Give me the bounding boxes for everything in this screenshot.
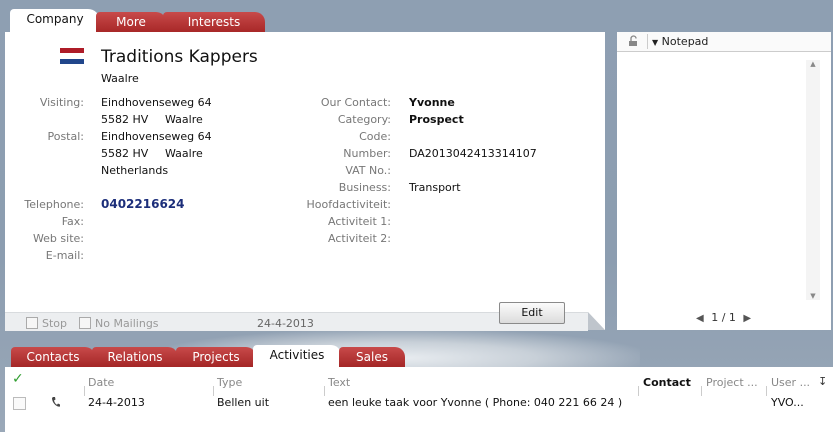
col-header-contact[interactable]: Contact	[643, 376, 691, 389]
our-contact-label: Our Contact:	[320, 96, 391, 109]
row-type: Bellen uit	[217, 396, 270, 409]
postal-zip: 5582 HV	[101, 147, 149, 160]
no-mailings-checkbox[interactable]	[79, 317, 91, 329]
company-city: Waalre	[101, 72, 139, 85]
postal-city: Waalre	[165, 147, 203, 160]
row-text: een leuke taak voor Yvonne ( Phone: 040 …	[328, 396, 623, 409]
page-curl-icon	[588, 312, 605, 330]
postal-country: Netherlands	[101, 164, 169, 177]
next-page-icon[interactable]: ▶	[743, 313, 751, 324]
stop-checkbox[interactable]	[26, 317, 38, 329]
tab-sales[interactable]: Sales	[339, 347, 405, 367]
sort-down-icon[interactable]: ↧	[818, 375, 827, 388]
activiteit1-label: Activiteit 1:	[328, 215, 391, 228]
fax-label: Fax:	[61, 215, 84, 228]
chevron-down-icon: ▼	[652, 38, 659, 47]
number-value: DA2013042413314107	[409, 147, 537, 160]
phone-icon	[51, 396, 61, 411]
email-label: E-mail:	[45, 249, 84, 262]
prev-page-icon[interactable]: ◀	[696, 313, 704, 324]
tab-company[interactable]: Company	[10, 9, 100, 32]
tab-contacts[interactable]: Contacts	[11, 347, 95, 367]
tab-more[interactable]: More	[96, 12, 166, 32]
col-header-user[interactable]: User ...	[771, 376, 810, 389]
notepad-title: Notepad	[661, 35, 709, 48]
visiting-zip: 5582 HV	[101, 113, 149, 126]
stop-label: Stop	[42, 317, 68, 330]
col-separator	[213, 386, 214, 396]
visiting-line1: Eindhovenseweg 64	[101, 96, 212, 109]
checkmark-icon: ✓	[12, 371, 24, 387]
edit-button[interactable]: Edit	[499, 302, 565, 324]
row-checkbox[interactable]	[13, 397, 26, 410]
tab-projects[interactable]: Projects	[176, 347, 256, 367]
visiting-city: Waalre	[165, 113, 203, 126]
hoofdactiviteit-label: Hoofdactiviteit:	[306, 198, 391, 211]
telephone-label: Telephone:	[24, 198, 84, 211]
business-label: Business:	[338, 181, 391, 194]
col-separator	[701, 386, 702, 396]
notepad-separator	[647, 34, 648, 49]
notepad-header	[617, 32, 831, 52]
company-name: Traditions Kappers	[101, 47, 258, 67]
notepad-dropdown[interactable]: ▼ Notepad	[652, 35, 708, 48]
code-label: Code:	[359, 130, 391, 143]
business-value: Transport	[409, 181, 461, 194]
col-separator	[766, 386, 767, 396]
telephone-link[interactable]: 0402216624	[101, 197, 185, 211]
netherlands-flag-icon	[60, 48, 84, 64]
row-user: YVO...	[771, 396, 804, 409]
scroll-up-icon[interactable]: ▲	[806, 60, 820, 68]
postal-line1: Eindhovenseweg 64	[101, 130, 212, 143]
tab-relations[interactable]: Relations	[92, 347, 178, 367]
tab-activities[interactable]: Activities	[253, 345, 341, 368]
notepad-pager: ◀ 1 / 1 ▶	[696, 311, 751, 324]
page-counter: 1 / 1	[711, 311, 736, 324]
row-date: 24-4-2013	[88, 396, 145, 409]
col-separator	[638, 386, 639, 396]
vat-label: VAT No.:	[345, 164, 391, 177]
col-header-project[interactable]: Project ...	[706, 376, 758, 389]
category-label: Category:	[337, 113, 391, 126]
our-contact-value[interactable]: Yvonne	[409, 96, 455, 109]
tab-interests[interactable]: Interests	[163, 12, 265, 32]
website-label: Web site:	[32, 232, 84, 245]
scroll-down-icon[interactable]: ▼	[806, 292, 820, 300]
category-value: Prospect	[409, 113, 464, 126]
number-label: Number:	[343, 147, 391, 160]
col-separator	[84, 386, 85, 396]
col-header-date[interactable]: Date	[88, 376, 114, 389]
postal-label: Postal:	[47, 130, 84, 143]
notepad-scrollbar[interactable]: ▲ ▼	[806, 60, 820, 300]
activiteit2-label: Activiteit 2:	[328, 232, 391, 245]
col-header-text[interactable]: Text	[328, 376, 350, 389]
visiting-label: Visiting:	[39, 96, 84, 109]
no-mailings-label: No Mailings	[95, 317, 159, 330]
notepad-panel	[617, 32, 831, 330]
lock-icon[interactable]	[628, 35, 640, 47]
col-separator	[324, 386, 325, 396]
updated-date: 24-4-2013	[257, 317, 314, 330]
col-header-type[interactable]: Type	[217, 376, 242, 389]
